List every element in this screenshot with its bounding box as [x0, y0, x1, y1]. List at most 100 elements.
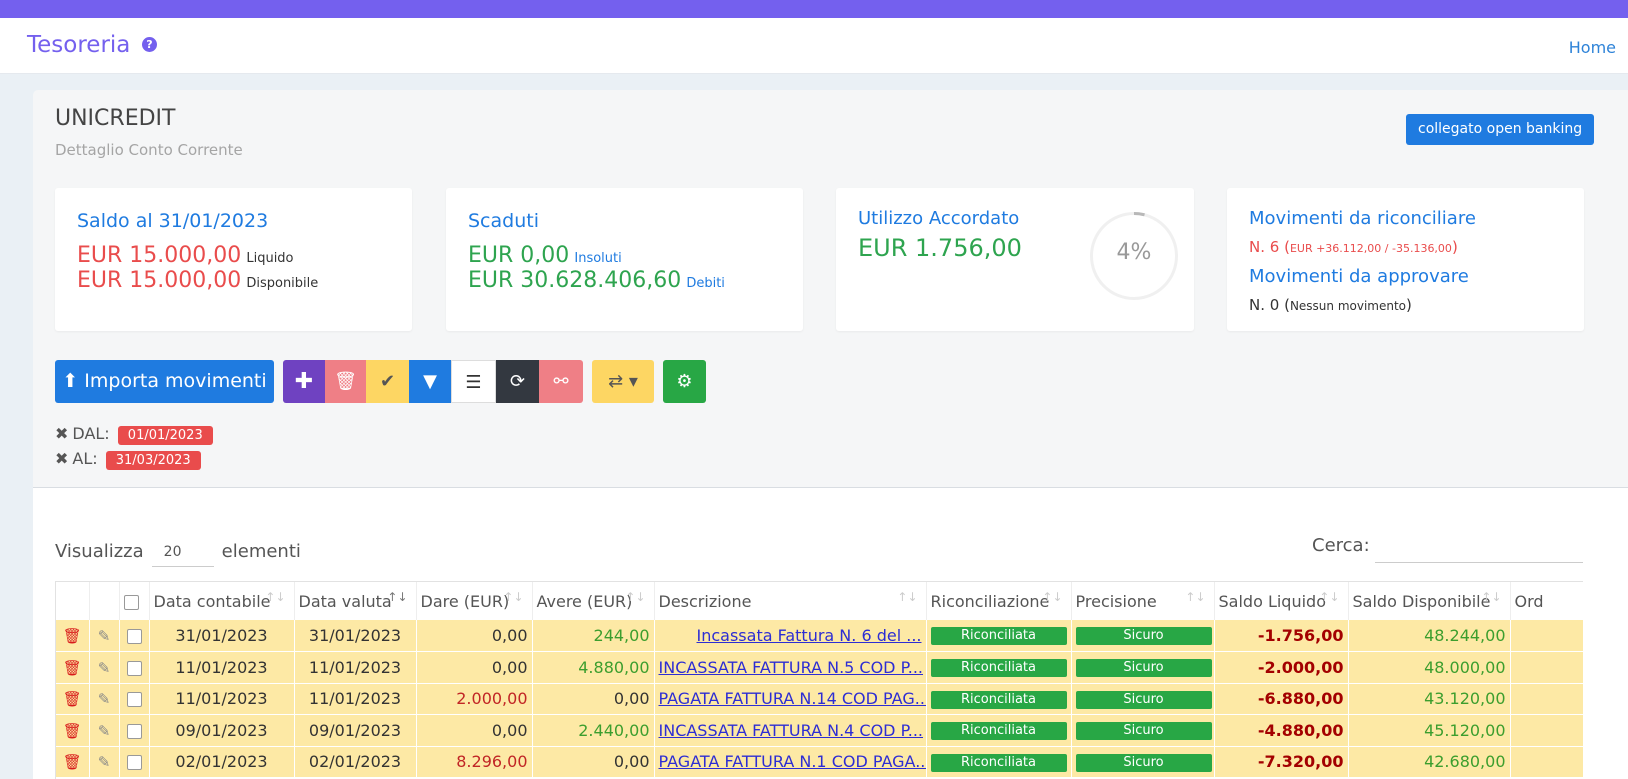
cell-descrizione-link[interactable]: INCASSATA FATTURA N.5 COD P...	[659, 658, 924, 677]
cell-dare: 8.296,00	[416, 746, 533, 778]
delete-row-icon[interactable]: 🗑	[63, 753, 82, 771]
saldo-disponibile-label: Disponibile	[246, 276, 319, 291]
cell-saldo-disponibile: 48.000,00	[1348, 651, 1511, 684]
help-icon[interactable]: ?	[142, 37, 157, 52]
header-ord[interactable]: Ord	[1510, 582, 1583, 620]
saldo-liquido-label: Liquido	[246, 251, 294, 266]
debiti-amount: EUR 30.628.406,60	[468, 268, 682, 293]
sort-icon: ↑↓	[625, 590, 646, 604]
cell-data-valuta: 09/01/2023	[294, 714, 417, 747]
header-precisione[interactable]: Precisione ↑↓	[1071, 582, 1215, 620]
table-row[interactable]: 🗑 ✎ 11/01/2023 11/01/2023 2.000,00 0,00 …	[56, 683, 1583, 715]
delete-row-icon[interactable]: 🗑	[63, 690, 82, 708]
riconciliazione-badge: Riconciliata	[930, 690, 1067, 709]
select-all-checkbox[interactable]	[123, 594, 139, 610]
header-riconciliazione[interactable]: Riconciliazione ↑↓	[926, 582, 1072, 620]
cell-data-contabile: 31/01/2023	[149, 620, 295, 652]
remove-al-icon[interactable]: ✖	[55, 449, 68, 468]
delete-row-icon[interactable]: 🗑	[63, 722, 82, 740]
header-data-valuta[interactable]: Data valuta ↑↓	[294, 582, 417, 620]
import-button[interactable]: ⬆ Importa movimenti	[55, 360, 274, 403]
table-row[interactable]: 🗑 ✎ 11/01/2023 11/01/2023 0,00 4.880,00 …	[56, 651, 1583, 684]
header-saldo-liquido[interactable]: Saldo Liquido ↑↓	[1214, 582, 1349, 620]
riconciliare-title[interactable]: Movimenti da riconciliare	[1249, 208, 1476, 229]
plus-icon[interactable]: ✚	[283, 360, 325, 403]
cell-saldo-disponibile: 42.680,00	[1348, 746, 1511, 778]
filter-icon[interactable]: ▼	[409, 360, 451, 403]
sort-icon: ↑↓	[1185, 590, 1206, 604]
remove-dal-icon[interactable]: ✖	[55, 424, 68, 443]
movements-table: Data contabile ↑↓ Data valuta ↑↓ Dare (EUR…	[55, 581, 1583, 779]
trash-icon[interactable]: 🗑	[325, 360, 366, 403]
header-saldo-disponibile[interactable]: Saldo Disponibile ↑↓	[1348, 582, 1511, 620]
row-checkbox[interactable]	[126, 629, 142, 644]
table-row[interactable]: 🗑 ✎ 02/01/2023 02/01/2023 8.296,00 0,00 …	[56, 746, 1583, 778]
cell-descrizione-link[interactable]: INCASSATA FATTURA N.4 COD P...	[659, 721, 924, 740]
header-avere[interactable]: Avere (EUR) ↑↓	[532, 582, 655, 620]
edit-row-icon[interactable]: ✎	[98, 722, 111, 740]
open-banking-badge[interactable]: collegato open banking	[1406, 114, 1595, 145]
header-dare[interactable]: Dare (EUR) ↑↓	[416, 582, 533, 620]
cell-dare: 2.000,00	[416, 683, 533, 715]
precisione-badge: Sicuro	[1075, 690, 1212, 709]
cell-data-valuta: 02/01/2023	[294, 746, 417, 778]
scaduti-title: Scaduti	[468, 210, 539, 232]
table-row[interactable]: 🗑 ✎ 31/01/2023 31/01/2023 0,00 244,00 In…	[56, 620, 1583, 652]
gear-icon[interactable]: ⚙	[663, 360, 706, 403]
edit-row-icon[interactable]: ✎	[98, 659, 111, 677]
riconciliare-detail: EUR +36.112,00 / -35.136,00	[1289, 242, 1452, 255]
cell-descrizione-link[interactable]: Incassata Fattura N. 6 del ...	[697, 626, 922, 645]
approvare-info: N. 0 (Nessun movimento)	[1249, 296, 1412, 314]
cell-ord	[1510, 683, 1583, 715]
utilizzo-amount: EUR 1.756,00	[858, 234, 1022, 262]
app-title[interactable]: Tesoreria	[27, 32, 130, 58]
cell-saldo-liquido: -2.000,00	[1214, 651, 1349, 684]
check-icon[interactable]: ✔	[366, 360, 409, 403]
refresh-icon[interactable]: ⟳	[496, 360, 539, 403]
cell-saldo-liquido: -7.320,00	[1214, 746, 1349, 778]
cell-saldo-liquido: -4.880,00	[1214, 714, 1349, 747]
saldo-liquido-amount: EUR 15.000,00	[77, 243, 242, 268]
header-data-contabile[interactable]: Data contabile ↑↓	[149, 582, 295, 620]
cell-data-contabile: 02/01/2023	[149, 746, 295, 778]
table-row[interactable]: 🗑 ✎ 09/01/2023 09/01/2023 0,00 2.440,00 …	[56, 714, 1583, 747]
list-icon[interactable]: ☰	[451, 360, 496, 403]
header-descrizione[interactable]: Descrizione ↑↓	[654, 582, 927, 620]
cell-descrizione-link[interactable]: PAGATA FATTURA N.14 COD PAG...	[659, 689, 926, 708]
saldo-liquido: EUR 15.000,00 Liquido	[77, 243, 294, 268]
row-checkbox[interactable]	[126, 660, 142, 676]
saldo-disponibile-amount: EUR 15.000,00	[77, 268, 242, 293]
utilizzo-percent: 4%	[1116, 240, 1152, 265]
home-link[interactable]: Home	[1569, 38, 1616, 57]
page-size-input[interactable]: 20	[151, 537, 214, 567]
riconciliazione-badge: Riconciliata	[930, 659, 1067, 677]
cell-dare: 0,00	[416, 651, 533, 684]
scaduti-debiti: EUR 30.628.406,60 Debiti	[468, 268, 725, 293]
cell-data-contabile: 11/01/2023	[149, 651, 295, 684]
top-accent-bar	[0, 0, 1628, 18]
edit-row-icon[interactable]: ✎	[98, 627, 111, 645]
unlink-icon[interactable]: ⚯	[539, 360, 583, 403]
header-actions-delete	[56, 582, 90, 620]
delete-row-icon[interactable]: 🗑	[63, 659, 82, 677]
precisione-badge: Sicuro	[1075, 659, 1212, 677]
cell-ord	[1510, 620, 1583, 652]
delete-row-icon[interactable]: 🗑	[63, 627, 82, 645]
saldo-title: Saldo al 31/01/2023	[77, 210, 269, 232]
riconciliazione-badge: Riconciliata	[930, 627, 1067, 646]
row-checkbox[interactable]	[126, 755, 142, 771]
insoluti-amount: EUR 0,00	[468, 243, 570, 268]
cell-data-contabile: 11/01/2023	[149, 683, 295, 715]
cell-descrizione-link[interactable]: PAGATA FATTURA N.1 COD PAGA...	[659, 752, 926, 771]
retweet-icon[interactable]: ⇄ ▾	[592, 360, 654, 403]
header-select[interactable]	[119, 582, 150, 620]
row-checkbox[interactable]	[126, 692, 142, 708]
upload-icon: ⬆	[62, 370, 79, 392]
edit-row-icon[interactable]: ✎	[98, 690, 111, 708]
search-input[interactable]	[1375, 533, 1583, 563]
approvare-title[interactable]: Movimenti da approvare	[1249, 266, 1469, 287]
cell-saldo-liquido: -1.756,00	[1214, 620, 1349, 652]
row-checkbox[interactable]	[126, 723, 142, 739]
al-label: AL:	[72, 449, 98, 468]
edit-row-icon[interactable]: ✎	[98, 753, 111, 771]
